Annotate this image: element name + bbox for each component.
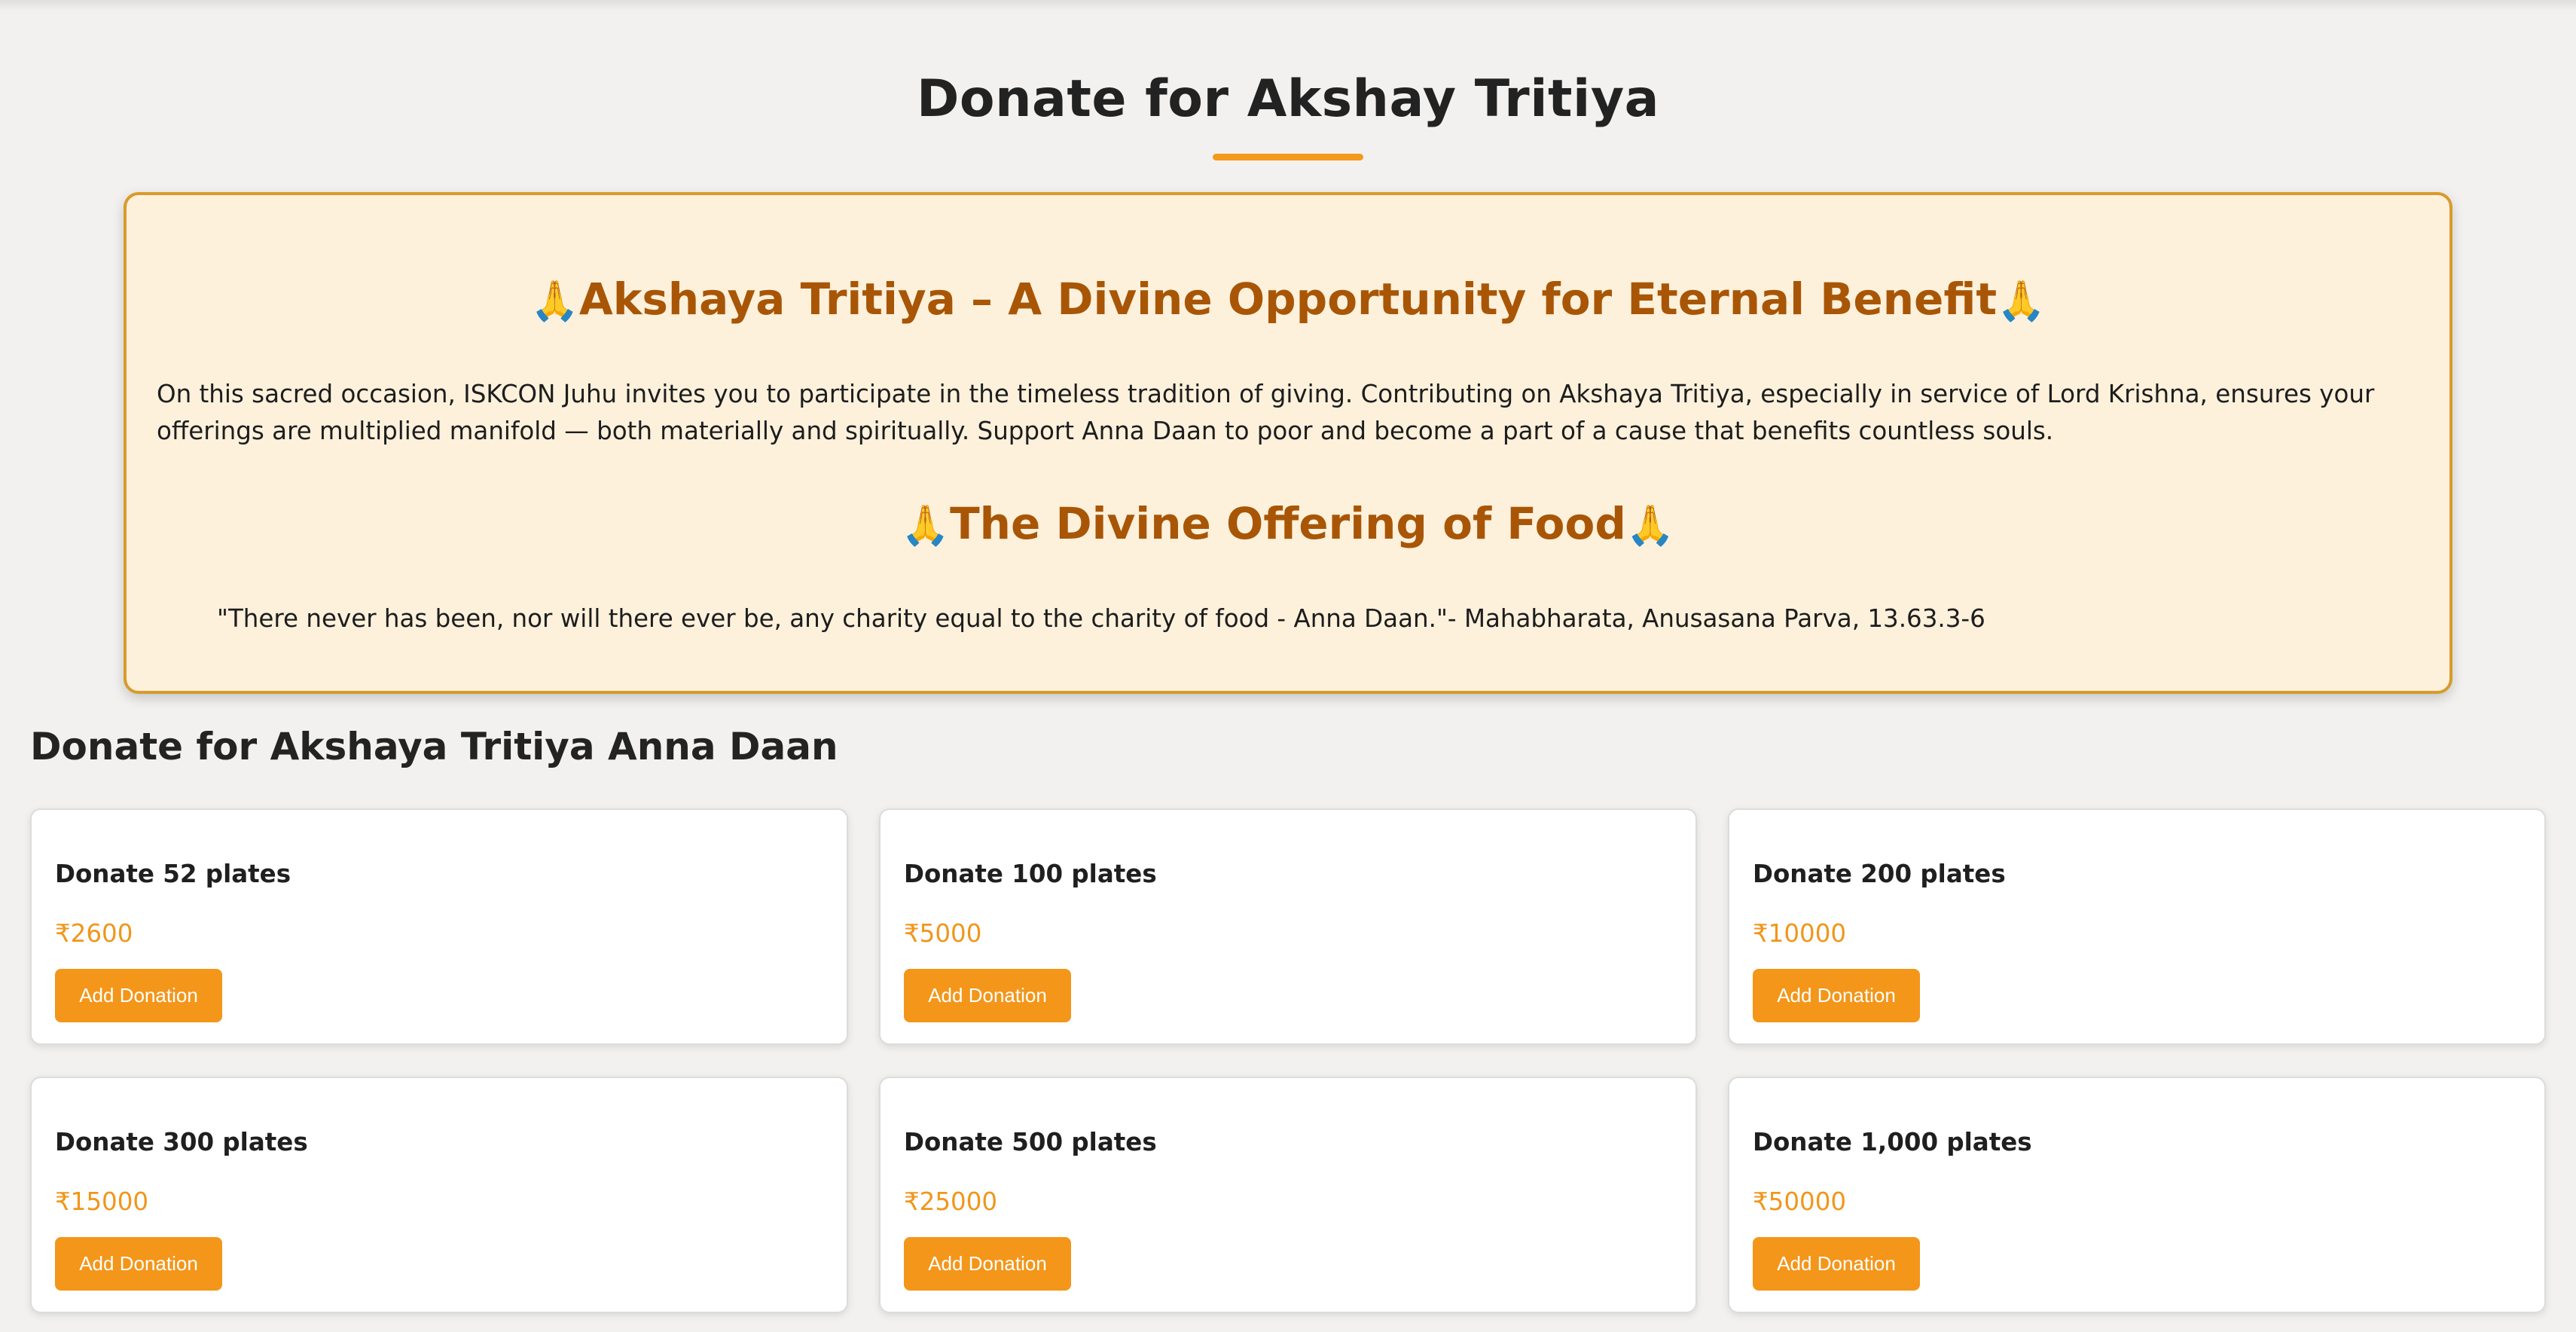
- donation-card: Donate 52 plates ₹2600 Add Donation: [30, 808, 848, 1045]
- donation-card: Donate 1,000 plates ₹50000 Add Donation: [1728, 1077, 2546, 1313]
- card-title: Donate 500 plates: [904, 1128, 1157, 1156]
- card-title: Donate 52 plates: [55, 860, 291, 888]
- card-price: ₹2600: [55, 919, 133, 948]
- folded-hands-icon: 🙏: [1625, 503, 1675, 548]
- info-heading-text: The Divine Offering of Food: [950, 498, 1626, 549]
- info-paragraph: On this sacred occasion, ISKCON Juhu inv…: [157, 380, 2375, 445]
- card-title: Donate 300 plates: [55, 1128, 308, 1156]
- donation-card: Donate 200 plates ₹10000 Add Donation: [1728, 808, 2546, 1045]
- add-donation-button[interactable]: Add Donation: [55, 969, 222, 1022]
- folded-hands-icon: 🙏: [1997, 279, 2046, 324]
- info-heading-opportunity: 🙏Akshaya Tritiya – A Divine Opportunity …: [127, 273, 2449, 325]
- card-price: ₹15000: [55, 1187, 149, 1216]
- card-price: ₹50000: [1753, 1187, 1847, 1216]
- header-shadow: [0, 0, 2576, 11]
- info-heading-food: 🙏The Divine Offering of Food🙏: [127, 498, 2449, 549]
- add-donation-button[interactable]: Add Donation: [55, 1237, 222, 1291]
- donation-cards-grid: Donate 52 plates ₹2600 Add Donation Dona…: [30, 808, 2546, 1313]
- donation-card: Donate 500 plates ₹25000 Add Donation: [879, 1077, 1697, 1313]
- section-title: Donate for Akshaya Tritiya Anna Daan: [30, 725, 838, 768]
- card-title: Donate 100 plates: [904, 860, 1157, 888]
- card-title: Donate 1,000 plates: [1753, 1128, 2032, 1156]
- donation-card: Donate 300 plates ₹15000 Add Donation: [30, 1077, 848, 1313]
- folded-hands-icon: 🙏: [530, 279, 579, 324]
- card-price: ₹5000: [904, 919, 982, 948]
- add-donation-button[interactable]: Add Donation: [904, 1237, 1071, 1291]
- card-price: ₹10000: [1753, 919, 1847, 948]
- title-underline: [1213, 154, 1363, 160]
- add-donation-button[interactable]: Add Donation: [1753, 1237, 1920, 1291]
- page-title: Donate for Akshay Tritiya: [916, 69, 1660, 129]
- card-title: Donate 200 plates: [1753, 860, 2006, 888]
- folded-hands-icon: 🙏: [901, 503, 951, 548]
- card-price: ₹25000: [904, 1187, 998, 1216]
- add-donation-button[interactable]: Add Donation: [1753, 969, 1920, 1022]
- info-heading-text: Akshaya Tritiya – A Divine Opportunity f…: [578, 273, 1998, 325]
- info-box: 🙏Akshaya Tritiya – A Divine Opportunity …: [124, 192, 2452, 694]
- add-donation-button[interactable]: Add Donation: [904, 969, 1071, 1022]
- donation-card: Donate 100 plates ₹5000 Add Donation: [879, 808, 1697, 1045]
- info-quote: "There never has been, nor will there ev…: [217, 604, 1985, 633]
